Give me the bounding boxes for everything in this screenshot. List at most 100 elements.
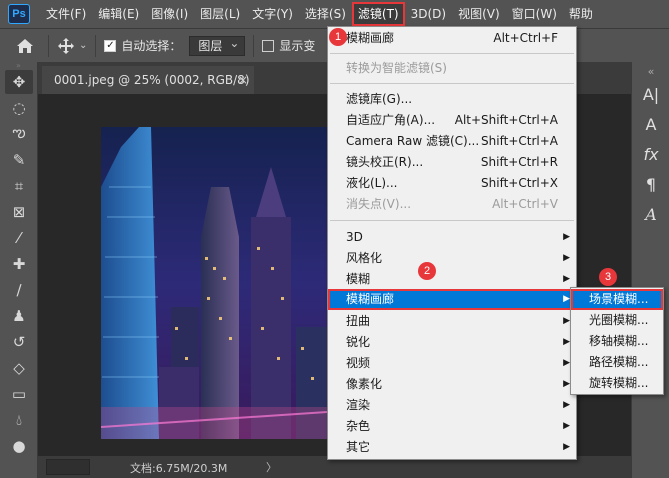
- menu-item-video[interactable]: 视频 ▶: [328, 353, 576, 374]
- menu-item-label: 模糊画廊: [346, 31, 395, 45]
- droplet-icon: 💧︎: [15, 411, 22, 429]
- menu-separator: [330, 53, 574, 54]
- submenu-arrow-icon: ▶: [563, 294, 570, 304]
- menu-window[interactable]: 窗口(W): [506, 2, 563, 26]
- submenu-arrow-icon: ▶: [563, 358, 570, 368]
- glyphs-panel-icon[interactable]: A: [636, 200, 666, 228]
- menu-file[interactable]: 文件(F): [40, 2, 92, 26]
- fx-icon: fx: [643, 144, 659, 164]
- status-menu-arrow-icon[interactable]: 〉: [266, 459, 277, 475]
- auto-select-checkbox[interactable]: ✓: [104, 39, 117, 52]
- gradient-tool[interactable]: ▭: [5, 382, 33, 406]
- blur-tool[interactable]: 💧︎: [5, 408, 33, 432]
- submenu-item-field-blur[interactable]: 场景模糊...: [571, 289, 663, 310]
- menu-item-adaptive-wide-angle[interactable]: 自适应广角(A)... Alt+Shift+Ctrl+A: [328, 110, 576, 131]
- clone-stamp-tool[interactable]: ♟: [5, 304, 33, 328]
- menu-item-label: 渲染: [346, 398, 371, 412]
- home-icon: [17, 38, 33, 53]
- menu-view[interactable]: 视图(V): [452, 2, 506, 26]
- home-button[interactable]: [10, 31, 40, 61]
- submenu-item-spin-blur[interactable]: 旋转模糊...: [571, 373, 663, 394]
- right-panel-strip: « A| A fx ¶ A: [631, 62, 669, 478]
- menu-type[interactable]: 文字(Y): [246, 2, 299, 26]
- panel-grip[interactable]: »: [0, 61, 37, 70]
- menu-help[interactable]: 帮助: [563, 2, 599, 26]
- menu-item-filter-gallery[interactable]: 滤镜库(G)...: [328, 89, 576, 110]
- show-transform-checkbox[interactable]: [262, 39, 275, 52]
- crop-icon: ⌗: [14, 177, 24, 195]
- menu-item-liquify[interactable]: 液化(L)... Shift+Ctrl+X: [328, 173, 576, 194]
- lasso-tool[interactable]: ఌ: [5, 122, 33, 146]
- move-tool-preset[interactable]: ⌄: [57, 37, 87, 55]
- menu-item-3d[interactable]: 3D ▶: [328, 227, 576, 248]
- menu-image[interactable]: 图像(I): [145, 2, 194, 26]
- menu-filter[interactable]: 滤镜(T): [351, 2, 405, 26]
- submenu-arrow-icon: ▶: [563, 379, 570, 389]
- menu-item-blur-gallery-last[interactable]: 模糊画廊 Alt+Ctrl+F: [328, 28, 576, 49]
- brush-icon: ∕: [16, 281, 22, 299]
- close-icon[interactable]: ×: [238, 66, 248, 94]
- move-tool[interactable]: ✥: [5, 70, 33, 94]
- dodge-tool[interactable]: ●: [5, 434, 33, 458]
- submenu-item-iris-blur[interactable]: 光圈模糊...: [571, 310, 663, 331]
- menu-item-shortcut: Alt+Ctrl+F: [493, 31, 558, 45]
- auto-select-target-select[interactable]: 图层: [189, 34, 246, 56]
- stamp-icon: ♟: [12, 307, 26, 325]
- history-brush-icon: ↺: [12, 333, 26, 351]
- eraser-tool[interactable]: ◇: [5, 356, 33, 380]
- menu-item-label: 滤镜库(G)...: [346, 92, 413, 106]
- menu-item-distort[interactable]: 扭曲 ▶: [328, 311, 576, 332]
- submenu-arrow-icon: ▶: [563, 400, 570, 410]
- menu-item-label: 液化(L)...: [346, 176, 398, 190]
- menu-item-pixelate[interactable]: 像素化 ▶: [328, 374, 576, 395]
- submenu-arrow-icon: ▶: [563, 442, 570, 452]
- menu-item-label: 镜头校正(R)...: [346, 155, 424, 169]
- lasso-icon: ఌ: [12, 123, 26, 141]
- submenu-item-tilt-shift[interactable]: 移轴模糊...: [571, 331, 663, 352]
- menu-item-label: 自适应广角(A)...: [346, 113, 436, 127]
- marquee-tool[interactable]: ◌: [5, 96, 33, 120]
- menu-item-label: 锐化: [346, 335, 371, 349]
- auto-select-label: 自动选择：: [121, 39, 182, 53]
- menu-item-shortcut: Alt+Ctrl+V: [492, 197, 558, 211]
- submenu-arrow-icon: ▶: [563, 253, 570, 263]
- filter-menu-dropdown: 模糊画廊 Alt+Ctrl+F 转换为智能滤镜(S) 滤镜库(G)... 自适应广…: [327, 26, 577, 460]
- menu-item-noise[interactable]: 杂色 ▶: [328, 416, 576, 437]
- character-panel-icon[interactable]: A|: [636, 80, 666, 108]
- zoom-level-field[interactable]: [46, 459, 90, 475]
- brush-tool[interactable]: ∕: [5, 278, 33, 302]
- frame-tool[interactable]: ⊠: [5, 200, 33, 224]
- menu-3d[interactable]: 3D(D): [405, 2, 452, 26]
- menu-item-render[interactable]: 渲染 ▶: [328, 395, 576, 416]
- menu-item-vanishing-point[interactable]: 消失点(V)... Alt+Ctrl+V: [328, 194, 576, 215]
- menu-item-stylize[interactable]: 风格化 ▶: [328, 248, 576, 269]
- separator: [253, 34, 255, 57]
- step-badge-1: 1: [329, 28, 347, 46]
- history-brush-tool[interactable]: ↺: [5, 330, 33, 354]
- menu-item-lens-correction[interactable]: 镜头校正(R)... Shift+Ctrl+R: [328, 152, 576, 173]
- menu-edit[interactable]: 编辑(E): [92, 2, 145, 26]
- menu-item-label: 其它: [346, 440, 371, 454]
- type-panel-icon[interactable]: A: [636, 110, 666, 138]
- menu-item-blur-gallery[interactable]: 模糊画廊 ▶: [328, 289, 576, 310]
- menu-item-camera-raw[interactable]: Camera Raw 滤镜(C)... Shift+Ctrl+A: [328, 131, 576, 152]
- crop-tool[interactable]: ⌗: [5, 174, 33, 198]
- submenu-item-path-blur[interactable]: 路径模糊...: [571, 352, 663, 373]
- dodge-icon: ●: [12, 437, 26, 455]
- menu-item-other[interactable]: 其它 ▶: [328, 437, 576, 458]
- eyedropper-tool[interactable]: ⁄: [5, 226, 33, 250]
- frame-icon: ⊠: [12, 203, 26, 221]
- panel-arrange-icon[interactable]: «: [636, 64, 666, 78]
- menu-item-blur[interactable]: 模糊 ▶: [328, 269, 576, 290]
- document-tab[interactable]: 0001.jpeg @ 25% (0002, RGB/8) * ×: [42, 66, 254, 115]
- menu-layer[interactable]: 图层(L): [194, 2, 246, 26]
- document-image: [101, 127, 327, 439]
- pilcrow-icon: ¶: [645, 174, 657, 194]
- quick-select-tool[interactable]: ✎: [5, 148, 33, 172]
- healing-tool[interactable]: ✚: [5, 252, 33, 276]
- menu-item-convert-smart-filter[interactable]: 转换为智能滤镜(S): [328, 58, 576, 79]
- menu-item-sharpen[interactable]: 锐化 ▶: [328, 332, 576, 353]
- menu-select[interactable]: 选择(S): [299, 2, 352, 26]
- paragraph-panel-icon[interactable]: ¶: [636, 170, 666, 198]
- styles-panel-icon[interactable]: fx: [636, 140, 666, 168]
